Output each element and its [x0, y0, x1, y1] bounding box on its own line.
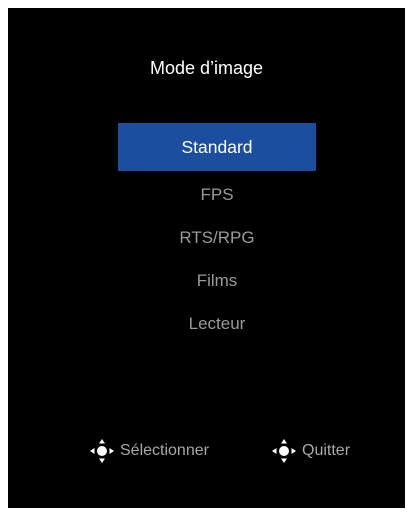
joystick-icon	[88, 437, 116, 465]
hint-quit-label: Quitter	[302, 442, 351, 459]
joystick-icon	[270, 437, 298, 465]
menu-item-lecteur[interactable]: Lecteur	[118, 302, 316, 345]
menu-title: Mode d’image	[149, 58, 264, 78]
menu-item-rts-rpg[interactable]: RTS/RPG	[118, 216, 316, 259]
osd-screen: Mode d’image Standard FPS RTS/RPG Films …	[8, 8, 405, 508]
control-hints: Sélectionner Quitter	[8, 436, 405, 466]
hint-quit[interactable]: Quitter	[270, 436, 350, 466]
menu-item-standard[interactable]: Standard	[118, 123, 316, 171]
menu-item-films[interactable]: Films	[118, 259, 316, 302]
menu-item-fps[interactable]: FPS	[118, 173, 316, 216]
hint-select-label: Sélectionner	[120, 442, 209, 459]
hint-select[interactable]: Sélectionner	[88, 436, 209, 466]
picture-mode-menu: Standard FPS RTS/RPG Films Lecteur	[118, 123, 316, 345]
